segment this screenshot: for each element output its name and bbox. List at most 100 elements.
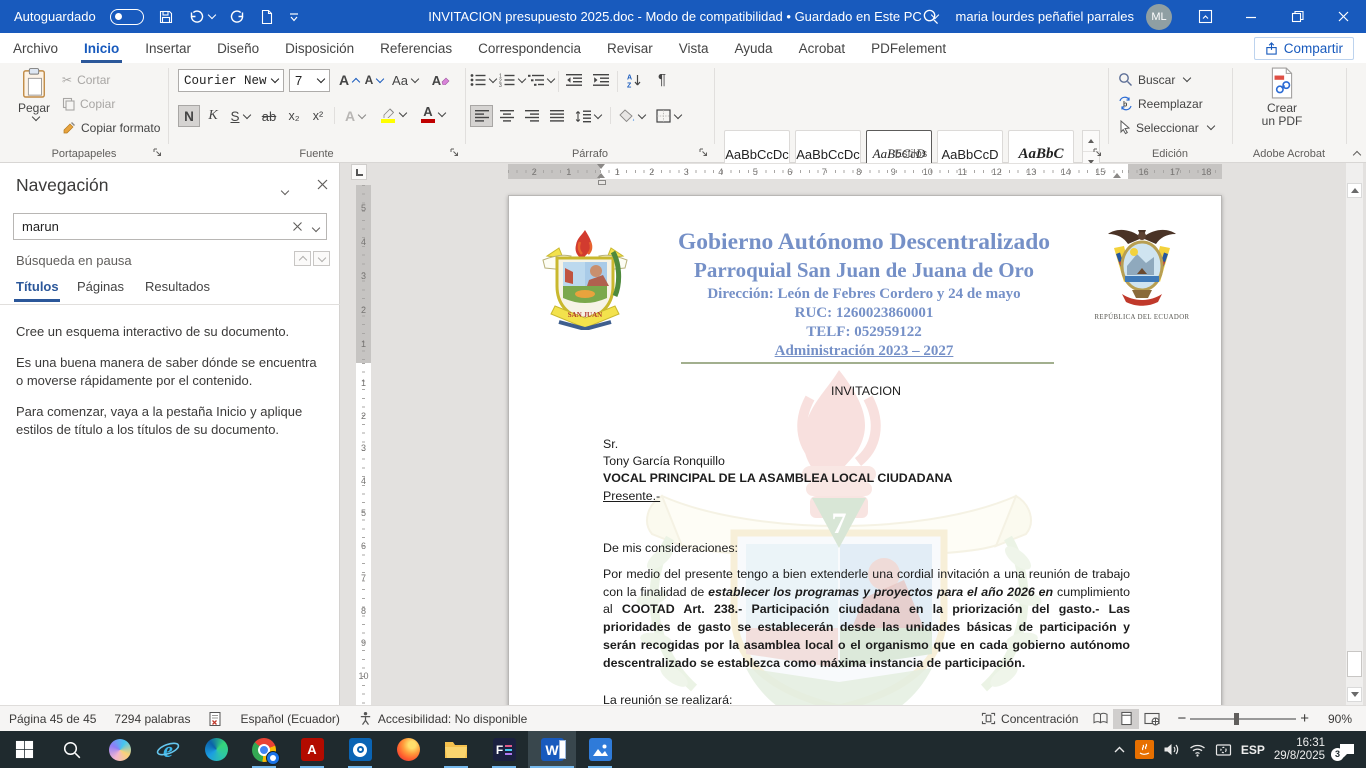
taskbar-f-app-button[interactable]: F xyxy=(480,731,528,768)
taskbar-word-button[interactable]: W xyxy=(528,731,576,768)
text-effects-button[interactable]: A xyxy=(340,105,370,127)
taskbar-outlook-button[interactable] xyxy=(336,731,384,768)
tab-archivo[interactable]: Archivo xyxy=(0,33,71,63)
tab-ayuda[interactable]: Ayuda xyxy=(722,33,786,63)
undo-button[interactable] xyxy=(188,9,215,25)
styles-dialog-launcher[interactable] xyxy=(1092,147,1104,159)
zoom-handle[interactable] xyxy=(1234,713,1239,725)
scrollbar-thumb[interactable] xyxy=(1347,651,1362,677)
tab-resultados[interactable]: Resultados xyxy=(145,279,210,294)
tab-referencias[interactable]: Referencias xyxy=(367,33,465,63)
search-icon[interactable] xyxy=(914,0,948,33)
vertical-scrollbar[interactable] xyxy=(1346,163,1363,705)
font-color-button[interactable]: A xyxy=(416,103,450,125)
volume-icon[interactable] xyxy=(1163,742,1180,757)
hidden-icons-button[interactable] xyxy=(1113,745,1126,754)
next-result-button[interactable] xyxy=(313,251,330,266)
document-page[interactable]: 7 SAN JUAN xyxy=(508,195,1222,705)
focus-mode-button[interactable]: Concentración xyxy=(972,706,1087,731)
taskbar-copilot-button[interactable] xyxy=(96,731,144,768)
clock[interactable]: 16:3129/8/2025 xyxy=(1274,737,1325,763)
new-document-button[interactable] xyxy=(260,9,274,25)
keyboard-language[interactable]: ESP xyxy=(1241,743,1265,757)
close-button[interactable] xyxy=(1320,0,1366,33)
taskbar-chrome-button[interactable] xyxy=(240,731,288,768)
zoom-in-button[interactable]: + xyxy=(1296,706,1319,731)
restore-button[interactable] xyxy=(1274,0,1320,33)
ribbon-display-options-button[interactable] xyxy=(1182,0,1228,33)
clear-search-button[interactable] xyxy=(286,221,309,232)
zoom-out-button[interactable]: − xyxy=(1165,706,1190,731)
avatar[interactable]: ML xyxy=(1146,4,1172,30)
tab-disposicion[interactable]: Disposición xyxy=(272,33,367,63)
bold-button[interactable]: N xyxy=(178,105,200,127)
italic-button[interactable]: K xyxy=(203,105,223,127)
scroll-up-button[interactable] xyxy=(1347,183,1362,198)
copy-button[interactable]: Copiar xyxy=(62,97,115,111)
clipboard-dialog-launcher[interactable] xyxy=(152,147,164,159)
tab-stop-selector[interactable] xyxy=(351,164,367,180)
tab-inicio[interactable]: Inicio xyxy=(71,33,132,63)
select-button[interactable]: Seleccionar xyxy=(1118,120,1214,135)
minimize-button[interactable] xyxy=(1228,0,1274,33)
search-options-button[interactable] xyxy=(309,218,326,236)
left-indent-marker[interactable] xyxy=(598,180,606,185)
align-left-button[interactable] xyxy=(470,105,493,127)
zoom-slider[interactable] xyxy=(1190,712,1296,726)
taskbar-firefox-button[interactable] xyxy=(384,731,432,768)
align-right-button[interactable] xyxy=(520,105,543,127)
proofing-status[interactable] xyxy=(199,706,231,731)
cast-icon[interactable] xyxy=(1215,743,1232,757)
numbered-list-button[interactable]: 123 xyxy=(499,69,525,91)
java-tray-icon[interactable] xyxy=(1135,740,1154,759)
action-center-button[interactable]: 3 xyxy=(1338,742,1356,758)
hanging-indent-marker[interactable] xyxy=(597,173,605,178)
read-mode-button[interactable] xyxy=(1087,709,1113,729)
shading-button[interactable] xyxy=(617,105,647,127)
word-count[interactable]: 7294 palabras xyxy=(105,706,199,731)
print-layout-button[interactable] xyxy=(1113,709,1139,729)
accessibility-status[interactable]: Accesibilidad: No disponible xyxy=(349,706,536,731)
create-pdf-button[interactable]: Crear un PDF xyxy=(1240,67,1324,128)
paste-button[interactable]: Pegar xyxy=(10,67,58,120)
first-line-indent-marker[interactable] xyxy=(597,164,605,169)
share-button[interactable]: Compartir xyxy=(1254,37,1354,60)
user-name[interactable]: maria lourdes peñafiel parrales xyxy=(956,9,1134,24)
previous-result-button[interactable] xyxy=(294,251,311,266)
scroll-down-button[interactable] xyxy=(1347,687,1362,702)
taskbar-internet-explorer-button[interactable]: e xyxy=(144,731,192,768)
pane-options-button[interactable] xyxy=(278,181,288,199)
autosave-toggle[interactable] xyxy=(110,9,144,25)
tab-paginas[interactable]: Páginas xyxy=(77,279,124,294)
align-center-button[interactable] xyxy=(495,105,518,127)
line-spacing-button[interactable] xyxy=(573,105,603,127)
clear-formatting-button[interactable]: A xyxy=(428,69,454,91)
taskbar-search-button[interactable] xyxy=(48,731,96,768)
strikethrough-button[interactable]: ab xyxy=(257,105,281,127)
font-family-select[interactable]: Courier New xyxy=(178,69,284,92)
zoom-level[interactable]: 90% xyxy=(1319,706,1366,731)
increase-indent-button[interactable] xyxy=(589,69,613,91)
subscript-button[interactable]: x₂ xyxy=(283,105,305,127)
collapse-ribbon-button[interactable] xyxy=(1350,147,1360,161)
search-input[interactable] xyxy=(14,219,286,234)
justify-button[interactable] xyxy=(545,105,568,127)
bullet-list-button[interactable] xyxy=(470,69,496,91)
highlight-color-button[interactable] xyxy=(376,103,410,125)
wifi-icon[interactable] xyxy=(1189,743,1206,757)
save-button[interactable] xyxy=(158,9,174,25)
tab-titulos[interactable]: Títulos xyxy=(16,279,59,294)
vertical-ruler[interactable]: 54321 12345678910 xyxy=(356,185,371,705)
start-button[interactable] xyxy=(0,731,48,768)
paragraph-dialog-launcher[interactable] xyxy=(698,147,710,159)
tab-vista[interactable]: Vista xyxy=(666,33,722,63)
close-pane-button[interactable] xyxy=(316,178,329,191)
tab-revisar[interactable]: Revisar xyxy=(594,33,666,63)
taskbar-photos-button[interactable] xyxy=(576,731,624,768)
language-indicator[interactable]: Español (Ecuador) xyxy=(231,706,348,731)
tab-diseno[interactable]: Diseño xyxy=(204,33,272,63)
grow-font-button[interactable]: A xyxy=(337,69,361,91)
tab-acrobat[interactable]: Acrobat xyxy=(786,33,859,63)
cut-button[interactable]: ✂Cortar xyxy=(62,73,110,87)
format-painter-button[interactable]: Copiar formato xyxy=(62,121,160,135)
